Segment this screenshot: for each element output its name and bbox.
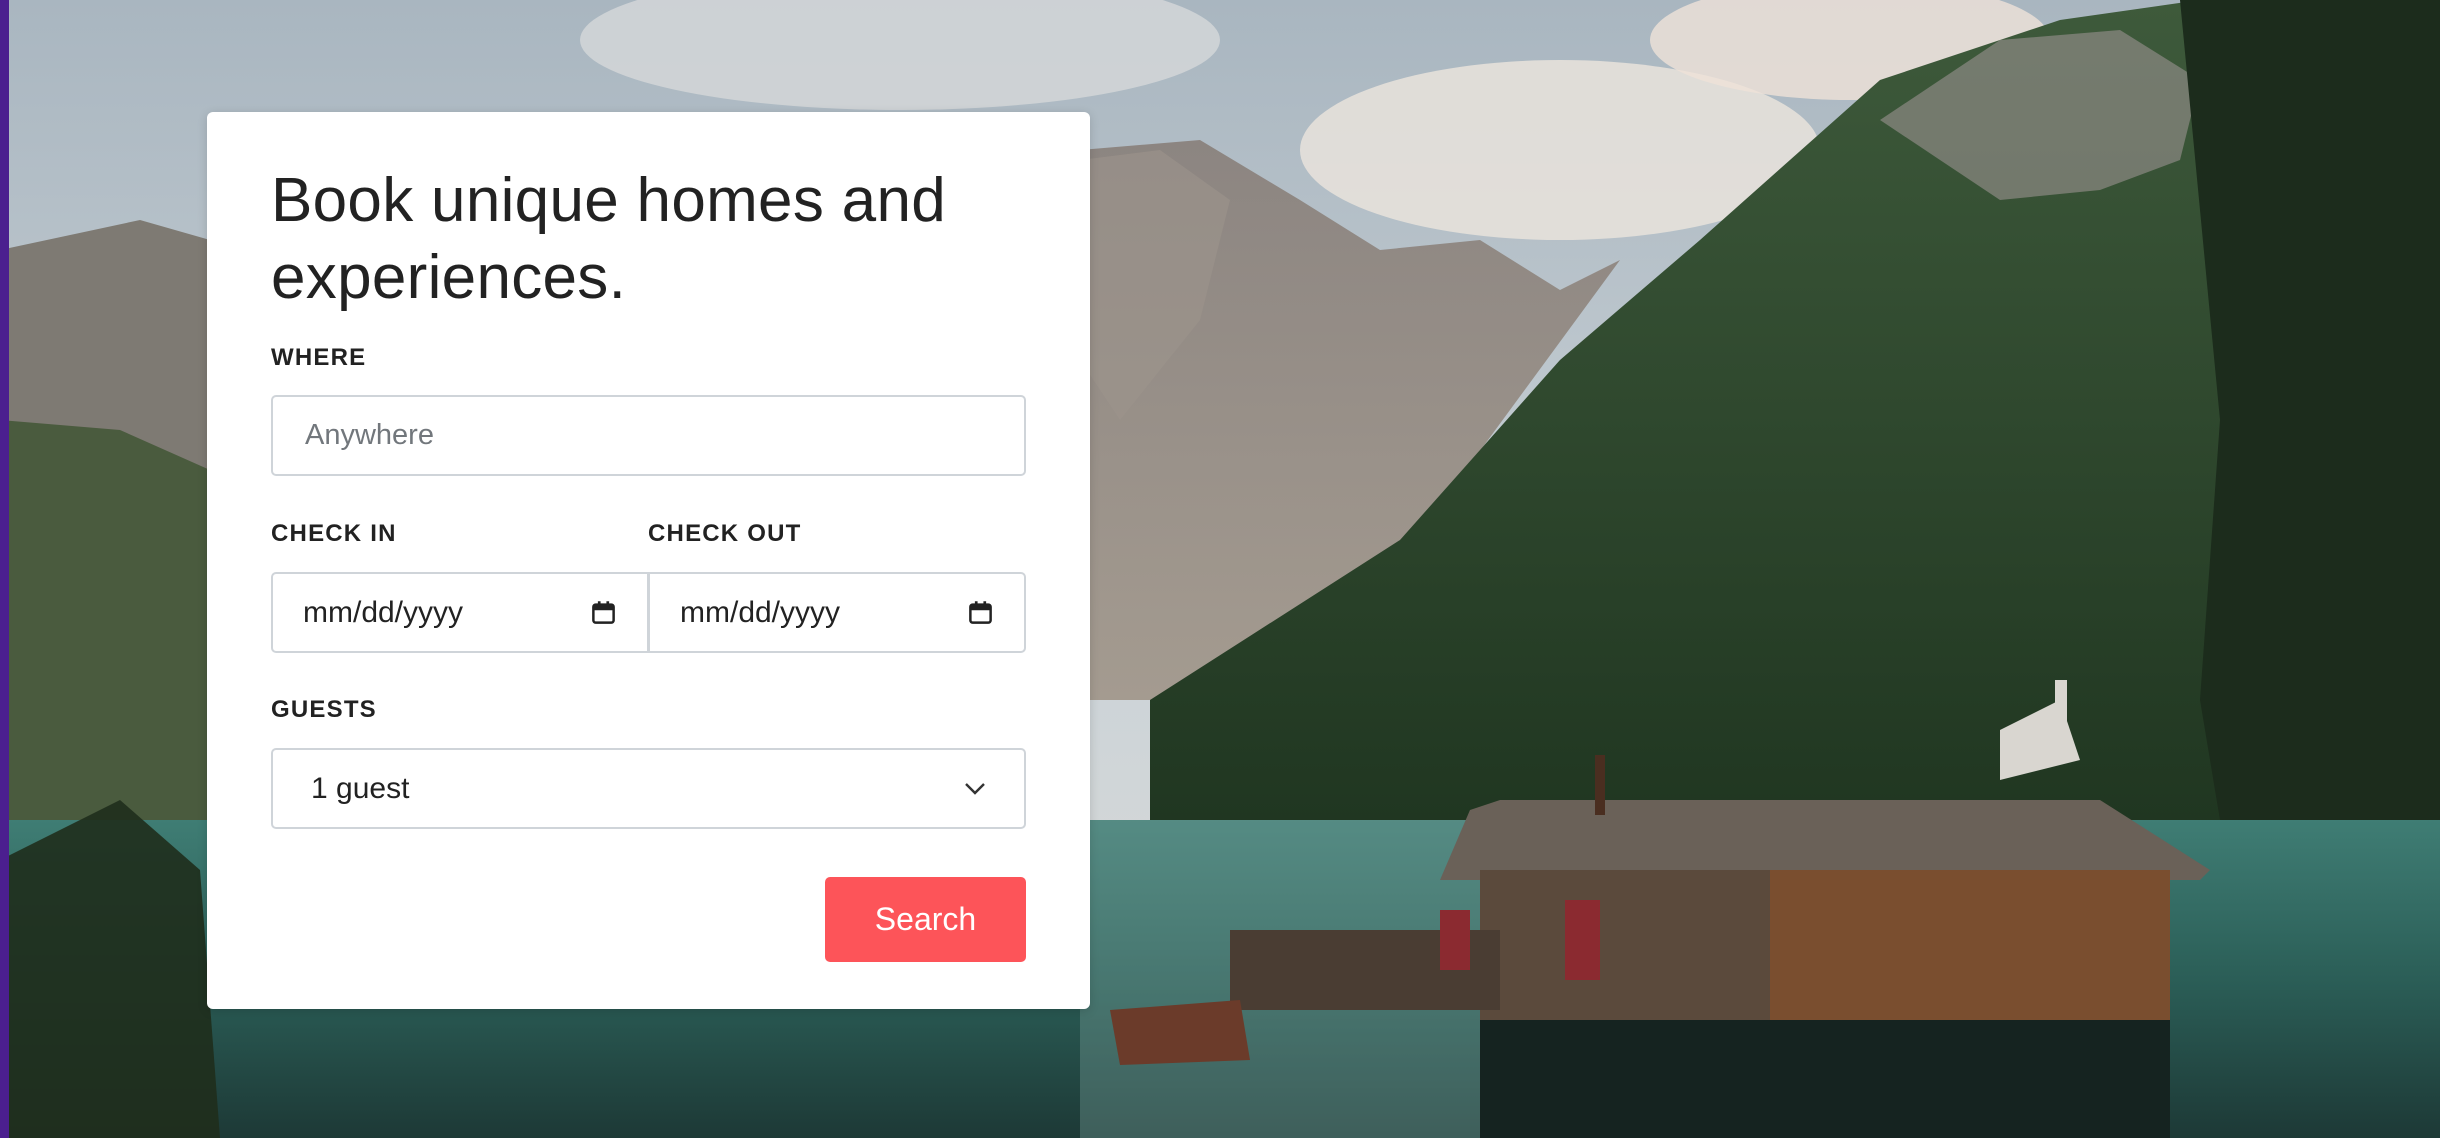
chevron-down-icon — [965, 782, 985, 795]
where-label: WHERE — [271, 344, 367, 371]
calendar-icon[interactable] — [590, 599, 617, 626]
guests-selected-value: 1 guest — [311, 771, 410, 805]
where-input[interactable] — [271, 395, 1026, 476]
check-out-date-input[interactable]: mm/dd/yyyy — [648, 572, 1026, 653]
left-edge-stripe — [0, 0, 9, 1138]
guests-label: GUESTS — [271, 696, 377, 723]
page-title: Book unique homes and experiences. — [271, 166, 947, 312]
booking-card: Book unique homes and experiences. WHERE… — [207, 112, 1090, 1009]
guests-select[interactable]: 1 guest — [271, 748, 1026, 829]
calendar-icon[interactable] — [967, 599, 994, 626]
check-out-placeholder: mm/dd/yyyy — [680, 595, 841, 629]
check-out-label: CHECK OUT — [648, 520, 802, 547]
check-in-placeholder: mm/dd/yyyy — [303, 595, 464, 629]
search-button[interactable]: Search — [825, 877, 1026, 962]
check-in-label: CHECK IN — [271, 520, 397, 547]
check-in-date-input[interactable]: mm/dd/yyyy — [271, 572, 649, 653]
